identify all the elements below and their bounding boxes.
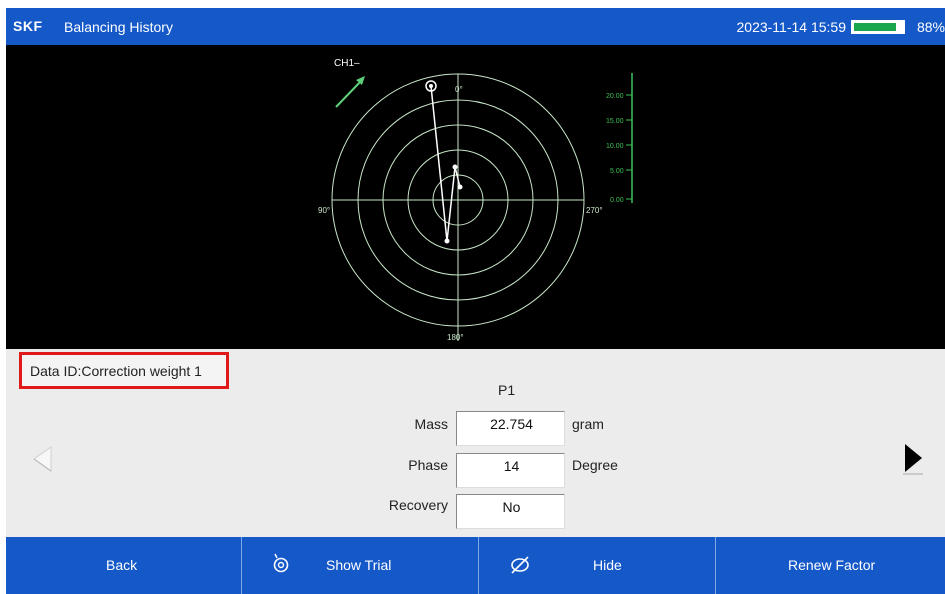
recovery-field[interactable]: No — [456, 494, 565, 529]
app-window: SKF Balancing History 2023-11-14 15:59 8… — [6, 8, 945, 594]
hide-button[interactable]: Hide — [479, 537, 715, 594]
title-bar: SKF Balancing History 2023-11-14 15:59 8… — [6, 8, 945, 45]
show-trial-button[interactable]: Show Trial — [242, 537, 478, 594]
phase-label: Phase — [408, 457, 448, 473]
angle-label-top: 0° — [455, 85, 463, 94]
vector-point — [429, 84, 433, 88]
angle-label-bottom: 180° — [447, 333, 464, 342]
back-button[interactable]: Back — [6, 537, 241, 594]
scale-tick-label: 15.00 — [606, 118, 624, 125]
next-arrow-icon[interactable] — [901, 441, 925, 475]
battery-level — [854, 23, 896, 31]
mass-field[interactable]: 22.754 — [456, 411, 565, 446]
polar-grid — [331, 73, 585, 341]
hide-label: Hide — [593, 557, 622, 573]
battery-icon — [851, 20, 905, 34]
page-title: Balancing History — [64, 19, 173, 35]
phase-value: 14 — [503, 458, 520, 474]
vector-point — [452, 164, 458, 170]
scale-tick-label: 5.00 — [610, 168, 624, 175]
scale-tick-label: 0.00 — [610, 197, 624, 204]
angle-label-left: 90° — [318, 206, 330, 215]
point-label: P1 — [498, 382, 516, 398]
phase-field[interactable]: 14 — [456, 453, 565, 488]
vector-point — [444, 238, 450, 244]
data-id-highlight: Data ID:Correction weight 1 — [19, 352, 229, 389]
mass-unit: gram — [572, 416, 604, 432]
phase-unit: Degree — [572, 457, 618, 473]
angle-label-right: 270° — [586, 206, 603, 215]
eye-target-icon — [273, 553, 289, 573]
data-id-label: Data ID:Correction weight 1 — [30, 363, 202, 379]
recovery-value: No — [502, 499, 521, 515]
bottom-toolbar: Back Show Trial Hide Renew Factor — [6, 537, 945, 594]
show-trial-label: Show Trial — [326, 557, 392, 573]
balancing-vectors — [430, 85, 461, 242]
channel-arrow-icon — [335, 76, 365, 108]
vector-line — [446, 166, 456, 242]
amplitude-scale: 20.00 15.00 10.00 5.00 0.00 — [606, 73, 633, 204]
eye-slash-icon — [511, 556, 529, 574]
renew-factor-button[interactable]: Renew Factor — [716, 537, 945, 594]
channel-label: CH1– — [334, 58, 360, 69]
mass-value: 22.754 — [490, 416, 533, 432]
datetime: 2023-11-14 15:59 — [736, 19, 847, 35]
previous-arrow-icon[interactable] — [32, 444, 54, 474]
vector-point — [457, 184, 463, 190]
battery-percent: 88% — [916, 19, 945, 35]
scale-tick-label: 10.00 — [606, 143, 624, 150]
renew-factor-label: Renew Factor — [788, 557, 876, 573]
vector-line — [430, 85, 448, 242]
scale-tick-label: 20.00 — [606, 93, 624, 100]
recovery-label: Recovery — [388, 497, 448, 513]
polar-plot-svg: 0° 90° 270° 180° 20.00 15.00 10.00 5.00 … — [318, 58, 633, 342]
mass-label: Mass — [414, 416, 448, 432]
back-button-label: Back — [106, 557, 138, 573]
polar-plot: 0° 90° 270° 180° 20.00 15.00 10.00 5.00 … — [6, 45, 945, 349]
skf-logo: SKF — [13, 18, 43, 34]
